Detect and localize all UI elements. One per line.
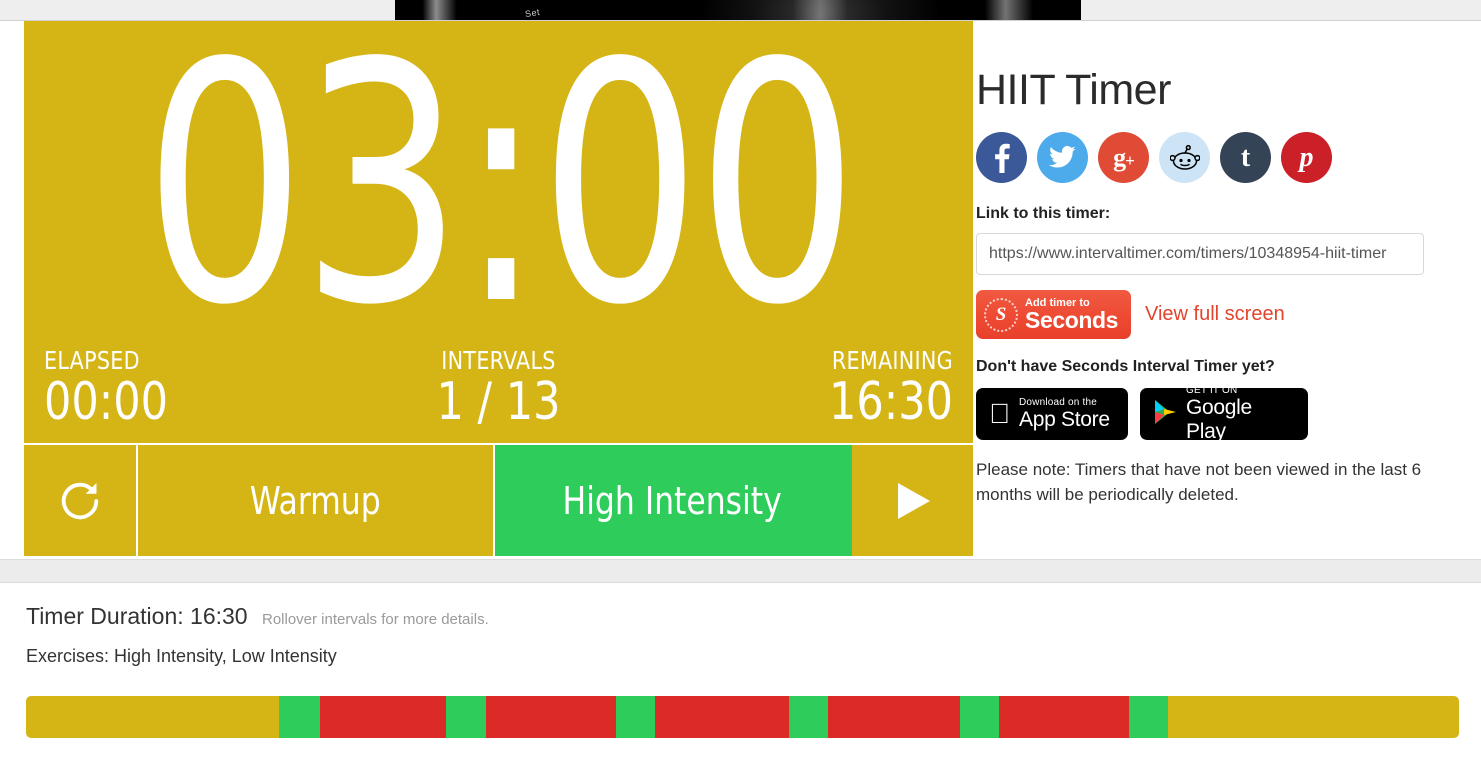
restart-button[interactable] <box>24 445 138 556</box>
app-store-small: Download on the <box>998 396 1097 408</box>
section-divider-band <box>0 560 1481 583</box>
play-icon <box>892 479 934 523</box>
facebook-icon[interactable] <box>976 132 1027 183</box>
duration-hint: Rollover intervals for more details. <box>261 611 489 628</box>
restart-icon <box>57 478 103 524</box>
interval-timeline <box>26 696 1459 738</box>
previous-interval-button[interactable]: Warmup <box>138 445 495 556</box>
stat-remaining: REMAINING 16:30 <box>650 346 953 429</box>
social-share-row: g+ t p <box>976 132 1419 183</box>
timer-column: 03:00 ELAPSED 00:00 INTERVALS 1 / 13 REM… <box>0 20 973 556</box>
google-play-button[interactable]: GET IT ON Google Play <box>1140 385 1308 443</box>
duration-line: Timer Duration: 16:30 Rollover intervals… <box>26 603 1481 630</box>
stat-intervals-value: 1 / 13 <box>436 372 561 432</box>
interval-segment[interactable] <box>998 696 1130 738</box>
timer-controls: Warmup High Intensity <box>24 443 973 556</box>
tumblr-icon[interactable]: t <box>1220 132 1271 183</box>
apple-icon:  <box>989 400 1010 428</box>
seconds-logo-icon: S <box>984 297 1018 332</box>
duration-value: 16:30 <box>190 603 248 629</box>
app-store-button[interactable]:  Download on the App Store <box>976 388 1128 440</box>
interval-segment[interactable] <box>278 696 320 738</box>
timer-card: 03:00 ELAPSED 00:00 INTERVALS 1 / 13 REM… <box>24 0 973 556</box>
interval-segment[interactable] <box>1168 696 1459 738</box>
stat-remaining-label: REMAINING <box>831 346 953 375</box>
stat-elapsed-label: ELAPSED <box>44 346 140 375</box>
stat-elapsed-value: 00:00 <box>44 372 169 432</box>
timer-display: 03:00 <box>143 0 859 377</box>
timer-link-input[interactable] <box>976 233 1424 275</box>
pinterest-icon[interactable]: p <box>1281 132 1332 183</box>
main-row: 03:00 ELAPSED 00:00 INTERVALS 1 / 13 REM… <box>0 20 1481 560</box>
have-app-question: Don't have Seconds Interval Timer yet? <box>976 358 1275 375</box>
stat-elapsed: ELAPSED 00:00 <box>44 346 347 429</box>
interval-segment[interactable] <box>486 696 616 738</box>
interval-segment[interactable] <box>1129 696 1169 738</box>
reddit-icon[interactable] <box>1159 132 1210 183</box>
exercises-line: Exercises: High Intensity, Low Intensity <box>26 646 337 666</box>
previous-interval-label: Warmup <box>249 478 381 523</box>
google-play-text: GET IT ON Google Play <box>1186 385 1295 442</box>
timer-details: Timer Duration: 16:30 Rollover intervals… <box>0 583 1481 765</box>
stat-intervals: INTERVALS 1 / 13 <box>347 346 650 429</box>
seconds-badge-big: Seconds <box>1025 306 1119 333</box>
interval-segment[interactable] <box>26 696 279 738</box>
twitter-icon[interactable] <box>1037 132 1088 183</box>
stat-remaining-value: 16:30 <box>828 372 953 432</box>
interval-segment[interactable] <box>446 696 487 738</box>
link-to-timer-label: Link to this timer: <box>976 205 1111 222</box>
google-play-icon <box>1153 399 1177 430</box>
next-interval-label: High Intensity <box>562 478 783 523</box>
interval-segment[interactable] <box>655 696 789 738</box>
stat-intervals-label: INTERVALS <box>441 346 556 375</box>
duration-label: Timer Duration: <box>26 603 184 629</box>
interval-segment[interactable] <box>827 696 960 738</box>
page-title: HIIT Timer <box>976 66 1171 114</box>
google-play-big: Google Play <box>1186 396 1252 443</box>
interval-segment[interactable] <box>959 696 999 738</box>
app-store-row:  Download on the App Store <box>976 385 1419 443</box>
page: 03:00 ELAPSED 00:00 INTERVALS 1 / 13 REM… <box>0 20 1481 765</box>
google-play-small: GET IT ON <box>1186 385 1238 397</box>
badge-row: S Add timer to Seconds View full screen <box>976 290 1419 339</box>
next-interval-button[interactable]: High Intensity <box>495 445 852 556</box>
interval-segment[interactable] <box>615 696 656 738</box>
sidebar: HIIT Timer g+ t p Link to this timer: ht… <box>950 21 1455 507</box>
google-plus-icon[interactable]: g+ <box>1098 132 1149 183</box>
app-store-big: App Store <box>998 407 1110 431</box>
seconds-badge-text: Add timer to Seconds <box>1025 297 1119 333</box>
deletion-note: Please note: Timers that have not been v… <box>976 460 1422 504</box>
add-to-seconds-button[interactable]: S Add timer to Seconds <box>976 290 1131 339</box>
view-full-screen-link[interactable]: View full screen <box>1145 303 1285 326</box>
interval-segment[interactable] <box>788 696 828 738</box>
interval-segment[interactable] <box>319 696 447 738</box>
timer-stats: ELAPSED 00:00 INTERVALS 1 / 13 REMAINING… <box>24 340 973 443</box>
app-store-text: Download on the App Store <box>1019 397 1110 431</box>
